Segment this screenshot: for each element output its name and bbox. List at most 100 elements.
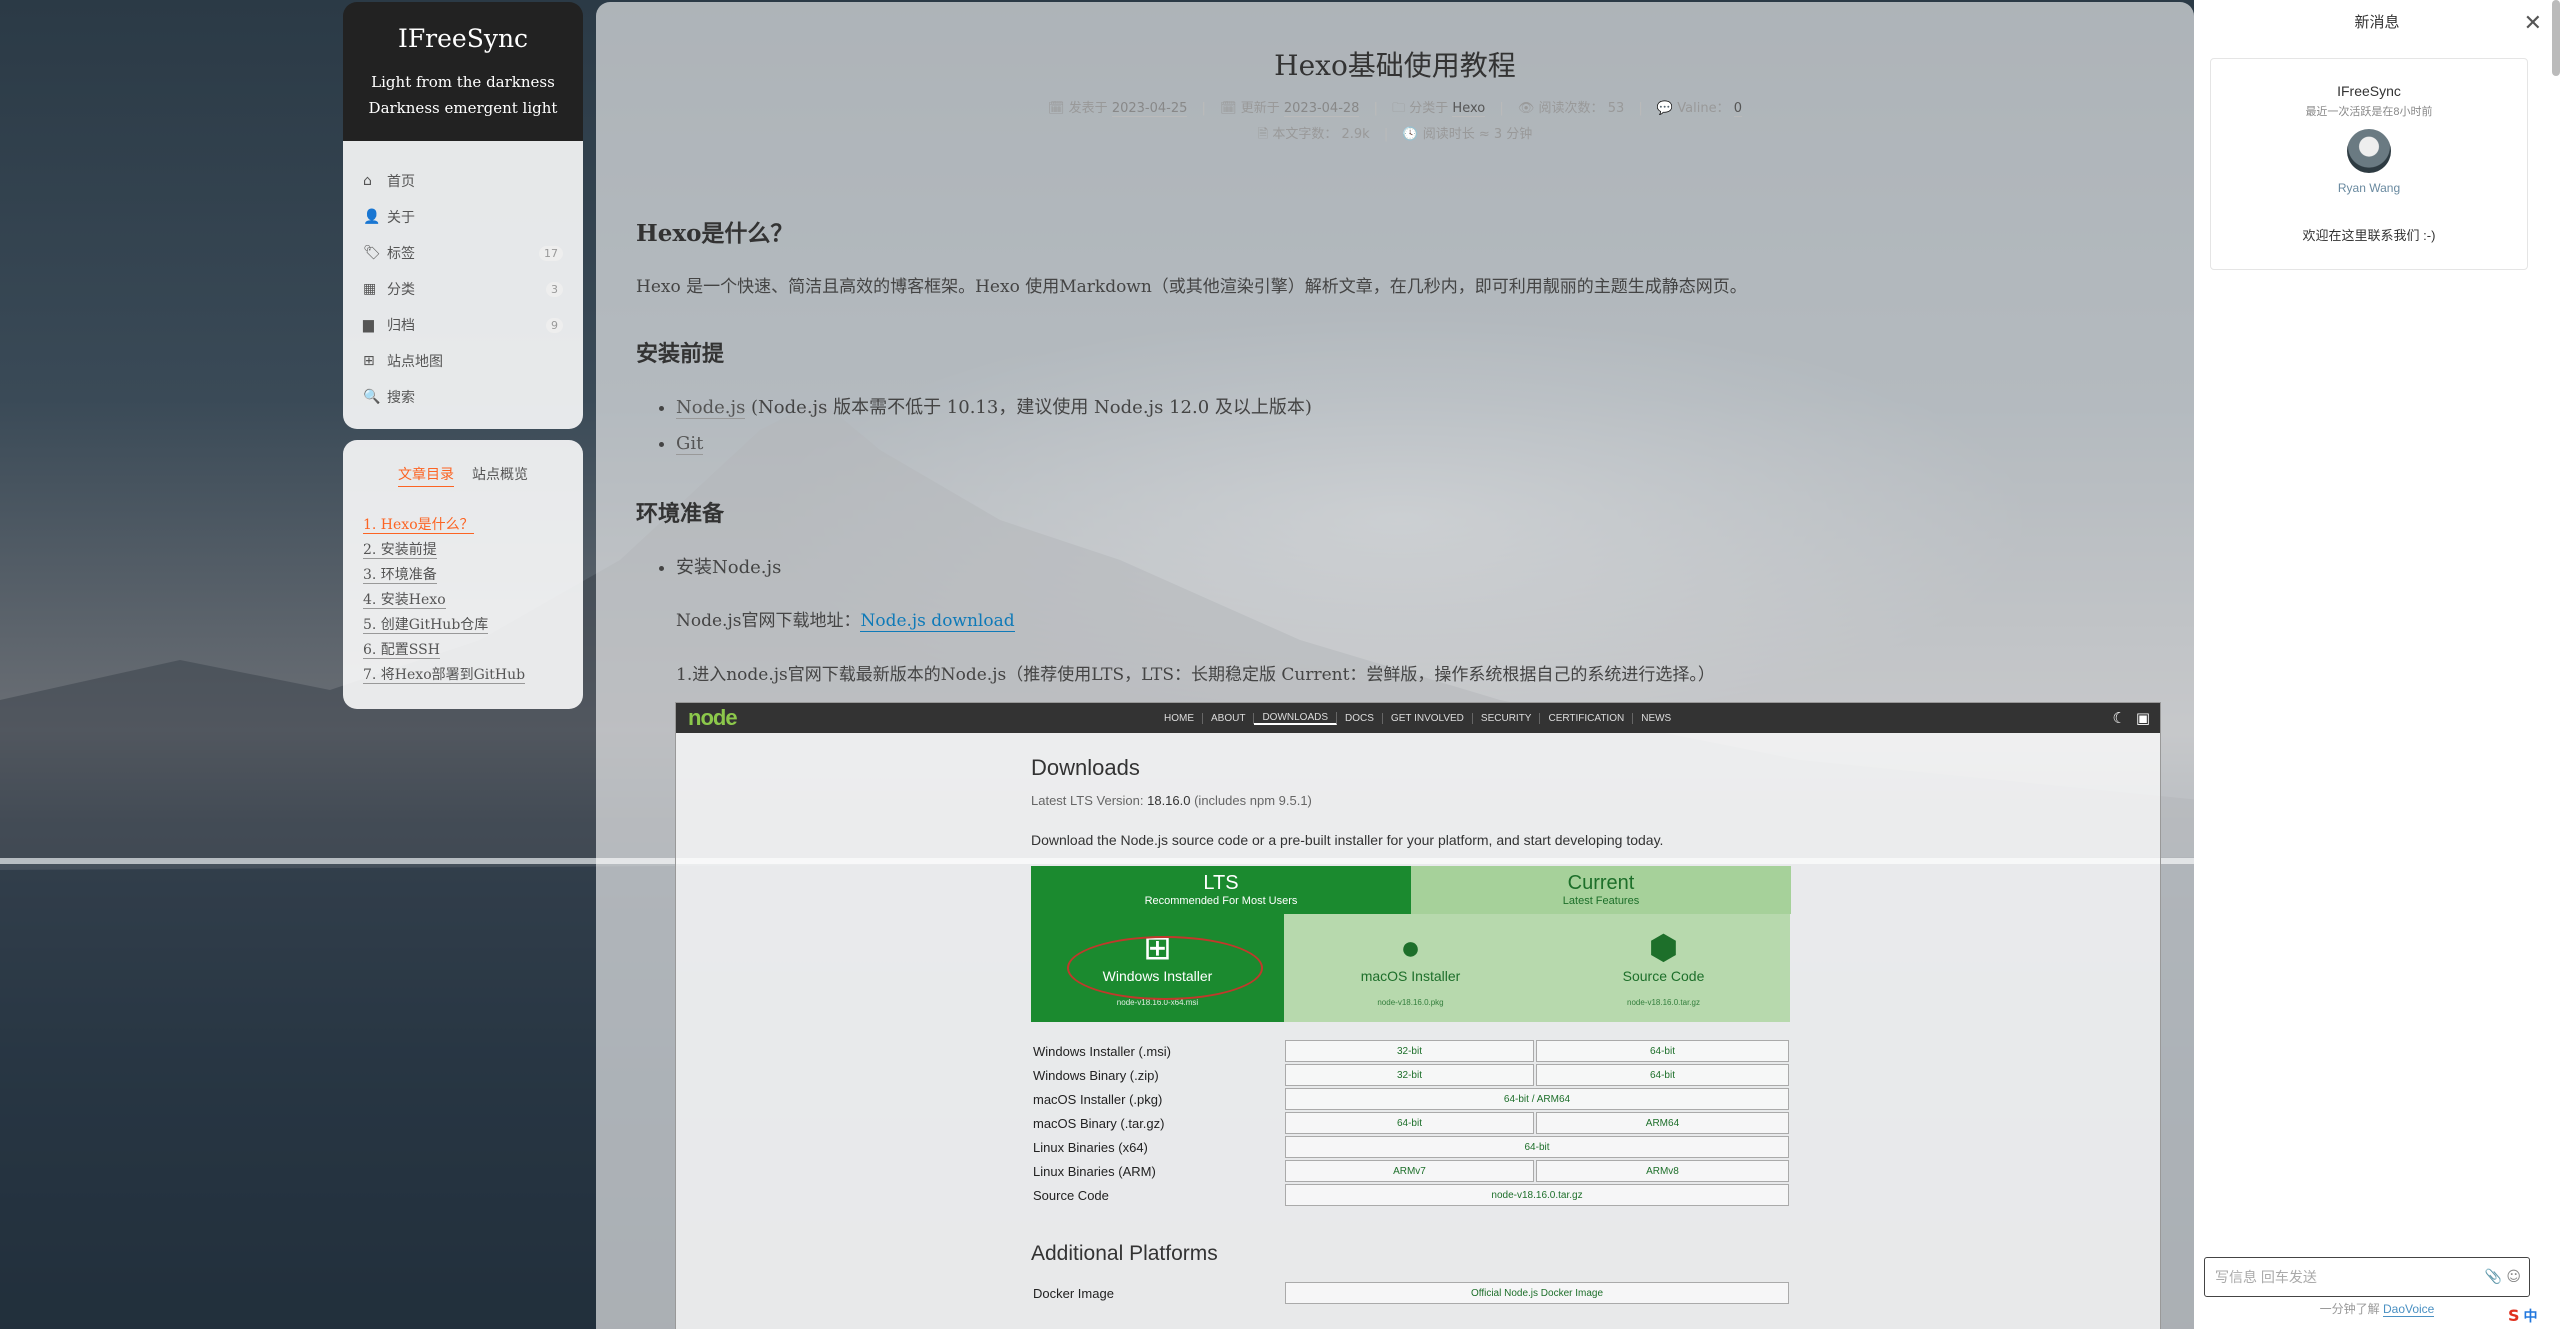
site-subtitle-line-1: Light from the darkness — [371, 73, 555, 91]
table-row: Linux Binaries (x64) 64-bit — [1033, 1136, 1789, 1158]
intro-paragraph: Hexo 是一个快速、简洁且高效的博客框架。Hexo 使用Markdown（或其… — [636, 277, 1747, 297]
post-body: Hexo是什么？ Hexo 是一个快速、简洁且高效的博客框架。Hexo 使用Ma… — [596, 214, 2194, 690]
archive-icon: ▆ — [363, 317, 374, 333]
eye-icon: 👁 — [1517, 101, 1535, 116]
clock-icon: 🕓 — [1402, 127, 1419, 142]
search-icon: 🔍 — [363, 389, 381, 405]
post-meta: 🗓 发表于 2023-04-25 | 🗓 更新于 2023-04-28 | 🗀 … — [1048, 101, 1742, 142]
nav-item: DOWNLOADS — [1254, 711, 1338, 725]
menu-item-label: 归档 — [387, 318, 415, 334]
source-code-box: ⬢ Source Code node-v18.16.0.tar.gz — [1537, 914, 1790, 1022]
menu-item-label: 搜索 — [387, 390, 415, 406]
menu-item-search[interactable]: 🔍 搜索 — [343, 379, 583, 415]
git-link[interactable]: Git — [676, 433, 704, 455]
avatar — [2347, 129, 2391, 173]
toc-item[interactable]: 1. Hexo是什么？ — [363, 513, 563, 538]
toc-item[interactable]: 6. 配置SSH — [363, 638, 563, 663]
chat-panel: 新消息 ✕ IFreeSync 最近一次活跃是在8小时前 Ryan Wang 欢… — [2194, 0, 2560, 1329]
home-icon: ⌂ — [363, 173, 372, 189]
count-badge: 9 — [546, 317, 563, 333]
chat-active-status: 最近一次活跃是在8小时前 — [2305, 106, 2433, 118]
toc-item-label: 1. Hexo是什么？ — [363, 517, 474, 534]
menu-item-about[interactable]: 👤 关于 — [343, 199, 583, 235]
table-row: Windows Binary (.zip) 32-bit 64-bit — [1033, 1064, 1789, 1086]
menu-item-tags[interactable]: 🏷 标签 17 — [343, 235, 583, 271]
grid-icon: ▦ — [363, 281, 377, 297]
toc-item[interactable]: 7. 将Hexo部署到GitHub — [363, 663, 563, 688]
nav-item: DOCS — [1337, 712, 1383, 724]
menu-item-label: 关于 — [387, 210, 415, 226]
folder-icon: 🗀 — [1392, 101, 1406, 116]
table-row: macOS Installer (.pkg) 64-bit / ARM64 — [1033, 1088, 1789, 1110]
main-menu: ⌂ 首页 👤 关于 🏷 标签 17 ▦ 分类 3 ▆ 归档 9 ⊞ 站点地图 🔍 — [343, 141, 583, 429]
download-description: Download the Node.js source code or a pr… — [1031, 832, 1664, 848]
toc-item[interactable]: 4. 安装Hexo — [363, 588, 563, 613]
chat-title: 新消息 — [2354, 14, 2400, 31]
menu-item-categories[interactable]: ▦ 分类 3 — [343, 271, 583, 307]
apple-icon: ● — [1400, 929, 1421, 967]
nodejs-download-link[interactable]: Node.js download — [860, 611, 1015, 632]
tab-toc[interactable]: 文章目录 — [398, 464, 454, 487]
nav-item: CERTIFICATION — [1540, 712, 1634, 724]
step-1-paragraph: 1.进入node.js官网下载最新版本的Node.js（推荐使用LTS，LTS：… — [676, 665, 1715, 685]
sitemap-icon: ⊞ — [363, 353, 375, 369]
chat-agent-name: Ryan Wang — [2337, 181, 2401, 195]
ime-indicator-icon[interactable]: S中 — [2508, 1306, 2538, 1326]
downloads-table: Windows Installer (.msi) 32-bit 64-bit Win… — [1031, 1038, 1791, 1208]
sidebar: IFreeSync Light from the darkness Darkne… — [343, 2, 583, 429]
menu-item-label: 分类 — [387, 282, 415, 298]
nodejs-nav: HOME ABOUT DOWNLOADS DOCS GET INVOLVED S… — [1156, 703, 1679, 733]
downloads-heading: Downloads — [1031, 755, 1140, 780]
table-row: Linux Binaries (ARM) ARMv7 ARMv8 — [1033, 1160, 1789, 1182]
menu-item-home[interactable]: ⌂ 首页 — [343, 163, 583, 199]
additional-platforms-heading: Additional Platforms — [1031, 1242, 1218, 1265]
menu-item-archives[interactable]: ▆ 归档 9 — [343, 307, 583, 343]
table-row: Docker Image Official Node.js Docker Imag… — [1033, 1282, 1789, 1304]
additional-platforms-table: Docker Image Official Node.js Docker Imag… — [1031, 1280, 1791, 1306]
nodejs-version-note: (Node.js 版本需不低于 10.13，建议使用 Node.js 12.0 … — [745, 397, 1312, 418]
nav-item: HOME — [1156, 712, 1203, 724]
tab-current: Current Latest Features — [1411, 866, 1791, 914]
views-label: 阅读次数： — [1538, 101, 1604, 116]
published-date: 2023-04-25 — [1111, 101, 1188, 117]
paperclip-icon[interactable]: 📎 — [2485, 1269, 2502, 1285]
list-item: 安装Node.js — [676, 550, 2154, 586]
site-subtitle-line-2: Darkness emergent light — [368, 99, 558, 117]
box-icon: ⬢ — [1648, 929, 1679, 967]
toc-item[interactable]: 2. 安装前提 — [363, 538, 563, 563]
list-item: Node.js (Node.js 版本需不低于 10.13，建议使用 Node.… — [676, 390, 2154, 426]
prereq-list: Node.js (Node.js 版本需不低于 10.13，建议使用 Node.… — [676, 390, 2154, 462]
site-title[interactable]: IFreeSync — [353, 24, 573, 53]
installer-options: ⊞ Windows Installer node-v18.16.0-x64.ms… — [1031, 914, 1791, 1022]
readtime-value: 3 分钟 — [1493, 127, 1533, 142]
updated-label: 更新于 — [1240, 101, 1280, 116]
valine-count[interactable]: 0 — [1733, 101, 1742, 117]
nodejs-link[interactable]: Node.js — [676, 397, 746, 419]
readtime-label: 阅读时长 ≈ — [1422, 127, 1490, 142]
toc-item-label: 6. 配置SSH — [363, 642, 440, 659]
nodejs-nav-icons: ☾ ▣ — [2112, 709, 2150, 727]
download-label: Node.js官网下载地址： — [676, 611, 861, 631]
chat-header: 新消息 ✕ — [2194, 0, 2560, 46]
toc-item-label: 7. 将Hexo部署到GitHub — [363, 667, 526, 684]
menu-item-label: 站点地图 — [387, 354, 443, 370]
nodejs-download-content: Downloads Latest LTS Version: 18.16.0 (i… — [1031, 733, 1791, 1306]
emoji-icon[interactable]: ☺ — [2506, 1269, 2521, 1285]
chat-input-placeholder: 写信息 回车发送 — [2215, 1269, 2317, 1285]
updated-date: 2023-04-28 — [1283, 101, 1360, 117]
macos-installer-box: ● macOS Installer node-v18.16.0.pkg — [1284, 914, 1537, 1022]
scrollbar[interactable] — [2552, 0, 2560, 76]
menu-item-sitemap[interactable]: ⊞ 站点地图 — [343, 343, 583, 379]
category-link[interactable]: Hexo — [1452, 101, 1486, 117]
toc-tabs: 文章目录 站点概览 — [363, 464, 563, 487]
tab-overview[interactable]: 站点概览 — [472, 464, 528, 487]
toc-item-label: 3. 环境准备 — [363, 567, 437, 584]
daovoice-link[interactable]: DaoVoice — [2382, 1302, 2435, 1317]
toc-item[interactable]: 3. 环境准备 — [363, 563, 563, 588]
post-container: Hexo基础使用教程 🗓 发表于 2023-04-25 | 🗓 更新于 2023… — [596, 2, 2194, 1329]
close-icon[interactable]: ✕ — [2524, 0, 2542, 46]
chat-message-input[interactable]: 写信息 回车发送 📎 ☺ — [2204, 1257, 2530, 1297]
env-list: 安装Node.js — [676, 550, 2154, 586]
toc-item[interactable]: 5. 创建GitHub仓库 — [363, 613, 563, 638]
heading-prerequisites: 安装前提 — [636, 341, 725, 367]
